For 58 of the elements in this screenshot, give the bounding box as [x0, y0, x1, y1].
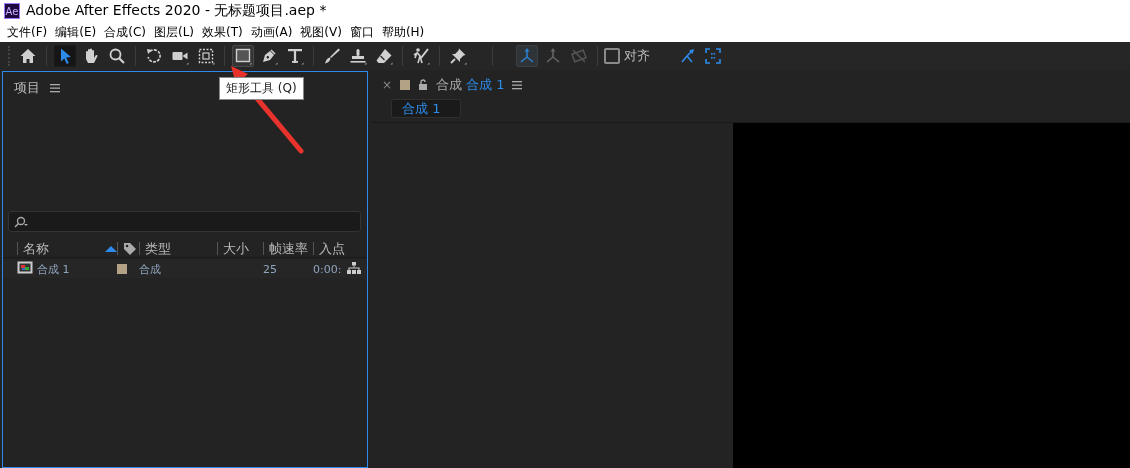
- tag-icon: [123, 241, 137, 256]
- search-icon: [108, 47, 126, 65]
- menu-item[interactable]: 图层(L): [152, 23, 202, 41]
- square-axis-icon: [570, 47, 588, 65]
- tool-button[interactable]: [54, 45, 76, 67]
- item-in-point: 0:00:: [313, 262, 343, 276]
- flowchart-icon: [347, 261, 361, 274]
- column-header[interactable]: 名称: [23, 242, 49, 255]
- axis-mode-button[interactable]: [516, 45, 538, 67]
- stamp-icon: [349, 47, 367, 65]
- menu-icon: [50, 82, 60, 94]
- composition-icon: [17, 261, 33, 274]
- menu-item[interactable]: 效果(T): [201, 23, 250, 41]
- menu-item[interactable]: 合成(C): [103, 23, 153, 41]
- item-frame-rate: 25: [263, 262, 278, 276]
- app-logo: Ae: [4, 3, 20, 19]
- sort-arrow-icon: [105, 245, 117, 252]
- brush-icon: [323, 47, 341, 65]
- pin-icon: [449, 47, 467, 65]
- menu-item[interactable]: 帮助(H): [380, 23, 432, 41]
- tooltip: 矩形工具 (Q): [219, 77, 304, 100]
- item-type: 合成: [139, 261, 162, 277]
- composition-tab[interactable]: 合成 1: [391, 99, 461, 118]
- menu-item[interactable]: 动画(A): [249, 23, 300, 41]
- column-header[interactable]: 帧速率: [269, 242, 308, 255]
- search-icon: [13, 215, 29, 228]
- pen-icon: [260, 47, 278, 65]
- dotted-square-icon: [197, 47, 215, 65]
- focus-frame-icon: [704, 47, 722, 65]
- menu-icon: [512, 79, 523, 91]
- label-swatch: [400, 80, 411, 90]
- letter-t-icon: [286, 47, 304, 65]
- close-button[interactable]: ×: [382, 78, 393, 92]
- menu-item[interactable]: 窗口: [348, 23, 381, 41]
- eraser-icon: [375, 47, 393, 65]
- search-field[interactable]: [8, 211, 361, 232]
- rectangle-icon: [234, 47, 252, 65]
- menu-item[interactable]: 编辑(E): [54, 23, 104, 41]
- snapping-checkbox[interactable]: [604, 48, 620, 64]
- panel-title: 合成: [436, 76, 463, 94]
- axis-icon: [518, 47, 536, 65]
- axis-icon: [544, 47, 562, 65]
- panel-title: 项目: [14, 79, 40, 97]
- figure-brush-icon: [412, 47, 430, 65]
- snapping-label: 对齐: [624, 47, 650, 65]
- column-header[interactable]: 入点: [319, 242, 345, 255]
- home-icon: [19, 47, 37, 65]
- menu-item[interactable]: 文件(F): [6, 23, 55, 41]
- column-header[interactable]: 类型: [145, 242, 171, 255]
- item-name[interactable]: 合成 1: [37, 261, 117, 277]
- composition-link[interactable]: 合成 1: [466, 76, 505, 94]
- column-header[interactable]: 大小: [223, 242, 249, 255]
- arrow-up-right-icon: [678, 47, 696, 65]
- rotate-icon: [145, 47, 163, 65]
- menu-item[interactable]: 视图(V): [299, 23, 349, 41]
- window-title: Adobe After Effects 2020 - 无标题项目.aep *: [26, 2, 327, 20]
- padlock-icon: [418, 79, 429, 91]
- tool-button[interactable]: [232, 45, 254, 67]
